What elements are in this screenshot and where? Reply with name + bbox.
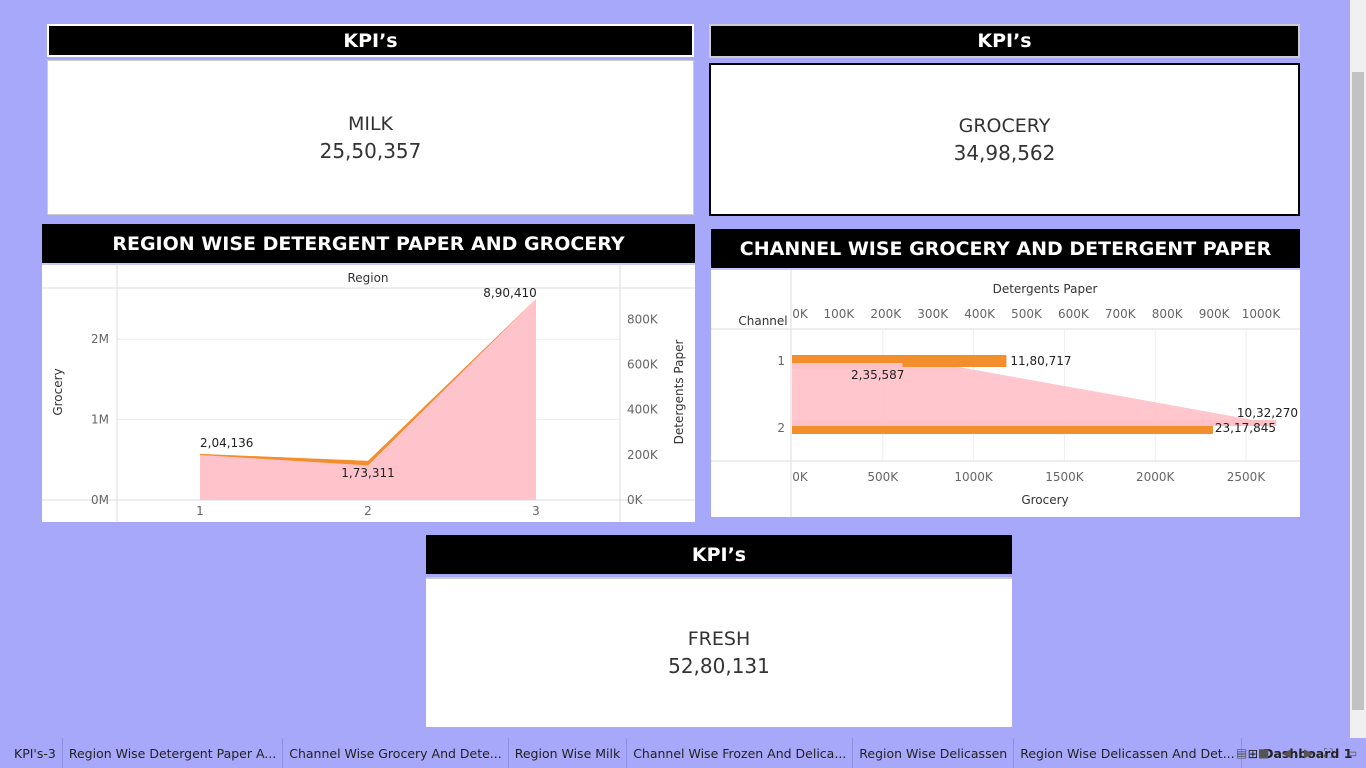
channel-row-label: 1: [777, 354, 785, 368]
kpi-label-fresh: FRESH: [687, 628, 751, 650]
channel-top-tick: 0K: [792, 307, 809, 321]
region-chart-title: REGION WISE DETERGENT PAPER AND GROCERY: [42, 224, 695, 263]
channel-top-tick: 200K: [870, 307, 902, 321]
tab-kpis-3[interactable]: KPI's-3: [8, 738, 63, 768]
region-top-label: Region: [347, 271, 388, 285]
channel-bottom-tick: 1000K: [954, 470, 994, 484]
region-data-label: 1,73,311: [341, 466, 394, 480]
channel-top-tick: 500K: [1011, 307, 1043, 321]
tab-channel-grocery[interactable]: Channel Wise Grocery And Dete...: [283, 738, 509, 768]
show-sheet-icon[interactable]: ■: [1258, 746, 1269, 760]
channel-top-tick: 100K: [824, 307, 856, 321]
tab-region-milk[interactable]: Region Wise Milk: [509, 738, 628, 768]
region-y-right-tick: 600K: [627, 358, 659, 372]
channel-top-tick: 400K: [964, 307, 996, 321]
channel-bottom-tick: 1500K: [1045, 470, 1085, 484]
region-grid: [117, 338, 620, 421]
channel-bottom-tick: 2000K: [1136, 470, 1176, 484]
kpi-card-fresh: FRESH 52,80,131: [426, 577, 1012, 727]
kpi-card-grocery: GROCERY 34,98,562: [709, 63, 1300, 216]
channel-top-label: Detergents Paper: [993, 282, 1098, 296]
channel-top-tick: 1000K: [1242, 307, 1282, 321]
channel-row-header: Channel: [738, 314, 787, 328]
kpi-value-grocery: 34,98,562: [953, 140, 1056, 165]
channel-bottom-tick: 2500K: [1227, 470, 1267, 484]
region-data-label: 8,90,410: [483, 286, 536, 300]
dashboard-grid-icon: ⊞: [1247, 745, 1259, 761]
kpi-value-milk: 25,50,357: [319, 138, 422, 163]
channel-data-label: 11,80,717: [1010, 354, 1071, 368]
kpi-label-grocery: GROCERY: [958, 114, 1051, 137]
region-y-left-label: Grocery: [51, 368, 65, 415]
presentation-icon[interactable]: ▭: [1346, 746, 1357, 760]
region-y-right-tick: 400K: [627, 403, 659, 417]
kpi-header-milk: KPI’s: [47, 24, 694, 57]
region-data-label: 2,04,136: [200, 436, 253, 450]
channel-bottom-label: Grocery: [1021, 493, 1068, 507]
channel-top-tick: 300K: [917, 307, 949, 321]
channel-bottom-tick: 0K: [792, 470, 809, 484]
region-y-right-label: Detergents Paper: [672, 340, 686, 445]
prev-sheet-icon[interactable]: ◀: [1282, 746, 1291, 760]
region-y-right-tick: 0K: [627, 493, 644, 507]
region-chart: Region Grocery Detergents Paper 2M 1M 0M 80…: [42, 263, 695, 522]
channel-data-label: 2,35,587: [851, 368, 904, 382]
kpi-header-fresh: KPI’s: [426, 535, 1012, 574]
region-y-left-tick: 2M: [91, 332, 109, 346]
region-y-left-tick: 1M: [91, 413, 109, 427]
channel-top-tick: 700K: [1105, 307, 1137, 321]
channel-chart-svg: Detergents Paper Channel Grocery 0K 100K 2…: [711, 270, 1300, 517]
next-sheet-icon[interactable]: ▶: [1304, 746, 1313, 760]
region-y-right-tick: 200K: [627, 448, 659, 462]
channel-data-label: 23,17,845: [1215, 421, 1276, 435]
tab-region-detergent[interactable]: Region Wise Detergent Paper A...: [63, 738, 284, 768]
channel-detergents-bar: [792, 420, 1277, 426]
channel-row-label: 2: [777, 421, 785, 435]
region-x-tick: 2: [364, 504, 372, 518]
kpi-card-milk: MILK 25,50,357: [47, 60, 694, 215]
channel-bottom-tick: 500K: [867, 470, 899, 484]
sheet-tab-bar: KPI's-3 Region Wise Detergent Paper A...…: [0, 738, 1366, 768]
scrollbar-thumb[interactable]: [1352, 72, 1364, 710]
region-y-right-tick: 800K: [627, 312, 659, 326]
region-chart-svg: Region Grocery Detergents Paper 2M 1M 0M 80…: [42, 265, 695, 522]
kpi-header-grocery: KPI’s: [709, 24, 1300, 58]
kpi-value-fresh: 52,80,131: [668, 654, 770, 678]
region-x-tick: 3: [532, 504, 540, 518]
kpi-label-milk: MILK: [347, 112, 394, 135]
channel-top-tick: 600K: [1058, 307, 1090, 321]
region-x-tick: 1: [196, 504, 204, 518]
channel-chart: Detergents Paper Channel Grocery 0K 100K 2…: [711, 268, 1300, 517]
channel-top-tick: 800K: [1152, 307, 1184, 321]
show-filmstrip-icon[interactable]: ▤: [1236, 746, 1247, 760]
tab-region-delicassen-det[interactable]: Region Wise Delicassen And Det...: [1014, 738, 1242, 768]
channel-chart-title: CHANNEL WISE GROCERY AND DETERGENT PAPER: [711, 229, 1300, 268]
channel-top-tick: 900K: [1199, 307, 1231, 321]
fullscreen-icon[interactable]: ⛶: [1324, 746, 1332, 761]
tab-region-delicassen[interactable]: Region Wise Delicassen: [853, 738, 1015, 768]
tab-channel-frozen[interactable]: Channel Wise Frozen And Delica...: [627, 738, 854, 768]
channel-data-label: 10,32,270: [1237, 406, 1298, 420]
region-y-left-tick: 0M: [91, 493, 109, 507]
